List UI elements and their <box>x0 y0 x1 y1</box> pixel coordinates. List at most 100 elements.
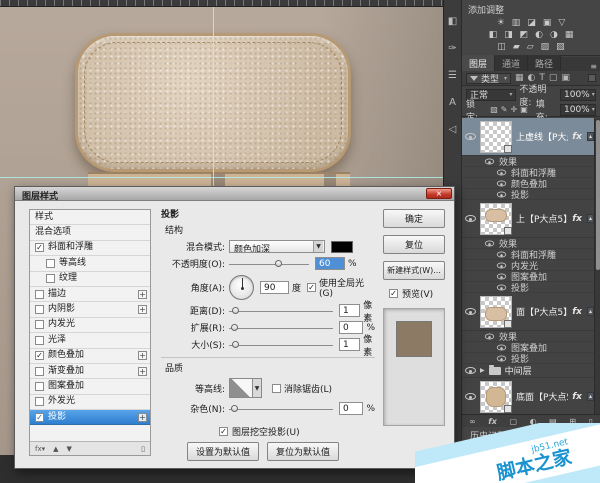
effect-row[interactable]: 投影 <box>462 189 594 200</box>
style-item-10[interactable]: 图案叠加 <box>30 379 150 394</box>
move-up-icon[interactable]: ▲ <box>53 445 58 453</box>
opacity-slider[interactable] <box>229 259 309 269</box>
style-checkbox[interactable]: ✓ <box>35 243 44 252</box>
curves-icon[interactable]: ◪ <box>527 18 536 28</box>
vibrance-icon[interactable]: ▽ <box>558 18 565 28</box>
fill-select[interactable]: 100% ▾ <box>560 104 596 116</box>
expand-plus-icon[interactable]: + <box>138 305 147 314</box>
style-checkbox[interactable] <box>35 336 44 345</box>
visibility-eye-icon[interactable] <box>497 251 506 257</box>
panel-menu-icon[interactable]: ≡ <box>590 62 597 71</box>
expand-plus-icon[interactable]: + <box>138 351 147 360</box>
shadow-color-swatch[interactable] <box>331 241 353 253</box>
color-lookup-icon[interactable]: ▦ <box>565 30 574 40</box>
visibility-eye-icon[interactable] <box>497 355 506 361</box>
dock-panel-icon-4[interactable]: A <box>444 97 461 108</box>
visibility-eye-icon[interactable] <box>497 284 506 290</box>
visibility-eye-icon[interactable] <box>497 262 506 268</box>
style-item-1[interactable]: ✓斜面和浮雕 <box>30 241 150 256</box>
visibility-eye-icon[interactable] <box>465 215 476 222</box>
levels-icon[interactable]: ▥ <box>512 18 521 28</box>
layer-group-3[interactable]: ▶中间层 <box>462 364 594 378</box>
move-down-icon[interactable]: ▼ <box>67 445 72 453</box>
visibility-eye-icon[interactable] <box>465 133 476 140</box>
style-checkbox[interactable] <box>46 259 55 268</box>
collapse-effects-icon[interactable]: ▴ <box>587 307 594 316</box>
selective-color-icon[interactable]: ▧ <box>556 42 565 52</box>
new-style-button[interactable]: 新建样式(W)... <box>383 261 445 280</box>
style-checkbox[interactable]: ✓ <box>35 413 44 422</box>
style-checkbox[interactable] <box>35 305 44 314</box>
fx-menu-icon[interactable]: fx▾ <box>35 445 45 453</box>
expand-triangle-icon[interactable]: ▶ <box>480 367 485 374</box>
tab-channels[interactable]: 通道 <box>495 55 528 71</box>
slider-thumb[interactable] <box>232 341 239 348</box>
global-light-checkbox[interactable]: ✓ <box>307 283 316 292</box>
distance-slider[interactable] <box>229 306 333 316</box>
collapse-effects-icon[interactable]: ▴ <box>587 392 594 401</box>
visibility-eye-icon[interactable] <box>497 169 506 175</box>
slider-thumb[interactable] <box>232 307 239 314</box>
lock-pixels-icon[interactable]: ✎ <box>501 105 508 114</box>
color-balance-icon[interactable]: ◨ <box>504 30 513 40</box>
dialog-titlebar[interactable]: 图层样式 × <box>15 187 454 201</box>
style-item-3[interactable]: 纹理 <box>30 272 150 287</box>
reset-default-button[interactable]: 复位为默认值 <box>267 442 339 461</box>
invert-icon[interactable]: ◫ <box>497 42 506 52</box>
gradient-map-icon[interactable]: ▨ <box>541 42 550 52</box>
style-item-7[interactable]: 光泽 <box>30 333 150 348</box>
style-checkbox[interactable] <box>46 274 55 283</box>
style-item-4[interactable]: 描边+ <box>30 287 150 302</box>
shadow-opacity-input[interactable]: 60 <box>315 257 345 270</box>
brightness-contrast-icon[interactable]: ☀ <box>497 18 505 28</box>
style-item-12[interactable]: ✓投影+ <box>30 410 150 425</box>
style-checkbox[interactable] <box>35 382 44 391</box>
lock-all-icon[interactable]: ▣ <box>520 105 528 114</box>
dock-panel-icon-1[interactable]: ◧ <box>444 16 461 27</box>
layer-thumbnail[interactable] <box>480 296 512 328</box>
filter-smart-objects-icon[interactable]: ▣ <box>561 73 570 83</box>
expand-plus-icon[interactable]: + <box>138 367 147 376</box>
slider-thumb[interactable] <box>275 260 282 267</box>
hue-saturation-icon[interactable]: ◧ <box>489 30 498 40</box>
posterize-icon[interactable]: ▰ <box>513 42 520 52</box>
style-checkbox[interactable] <box>35 367 44 376</box>
photo-filter-icon[interactable]: ◐ <box>535 30 543 40</box>
layer-row-0[interactable]: 上虚线【P大点...fx▴ <box>462 118 594 156</box>
threshold-icon[interactable]: ▱ <box>527 42 534 52</box>
filter-kind-select[interactable]: 类型 ▾ <box>466 73 511 84</box>
tab-layers[interactable]: 图层 <box>462 55 495 71</box>
visibility-eye-icon[interactable] <box>465 308 476 315</box>
filter-toggle[interactable] <box>588 74 596 82</box>
effect-row[interactable]: 投影 <box>462 353 594 364</box>
style-item-8[interactable]: ✓颜色叠加+ <box>30 349 150 364</box>
noise-input[interactable]: 0 <box>339 402 363 415</box>
collapse-effects-icon[interactable]: ▴ <box>587 214 594 223</box>
visibility-eye-icon[interactable] <box>497 273 506 279</box>
layer-row-1[interactable]: 上【P大点5】fx▴ <box>462 200 594 238</box>
visibility-eye-icon[interactable] <box>465 393 476 400</box>
visibility-eye-icon[interactable] <box>497 180 506 186</box>
close-icon[interactable]: × <box>426 188 452 199</box>
size-slider[interactable] <box>229 340 333 350</box>
dock-panel-icon-5[interactable]: ◁ <box>444 124 461 135</box>
layer-thumbnail[interactable] <box>480 121 512 153</box>
layer-thumbnail[interactable] <box>480 203 512 235</box>
layer-thumbnail[interactable] <box>480 381 512 413</box>
visibility-eye-icon[interactable] <box>465 367 476 374</box>
tab-paths[interactable]: 路径 <box>528 55 561 71</box>
spread-input[interactable]: 0 <box>339 321 363 334</box>
scrollbar-thumb[interactable] <box>596 120 600 270</box>
angle-dial[interactable] <box>229 275 254 300</box>
expand-plus-icon[interactable]: + <box>138 413 147 422</box>
visibility-eye-icon[interactable] <box>485 158 494 164</box>
style-item-5[interactable]: 内阴影+ <box>30 302 150 317</box>
collapse-effects-icon[interactable]: ▴ <box>587 132 594 141</box>
effect-row[interactable]: 投影 <box>462 282 594 293</box>
style-checkbox[interactable] <box>35 320 44 329</box>
style-item-11[interactable]: 外发光 <box>30 395 150 410</box>
dock-panel-icon-2[interactable]: ✑ <box>444 43 461 54</box>
layer-row-2[interactable]: 面【P大点5】fx▴ <box>462 293 594 331</box>
channel-mixer-icon[interactable]: ◑ <box>550 30 558 40</box>
spread-slider[interactable] <box>229 323 333 333</box>
